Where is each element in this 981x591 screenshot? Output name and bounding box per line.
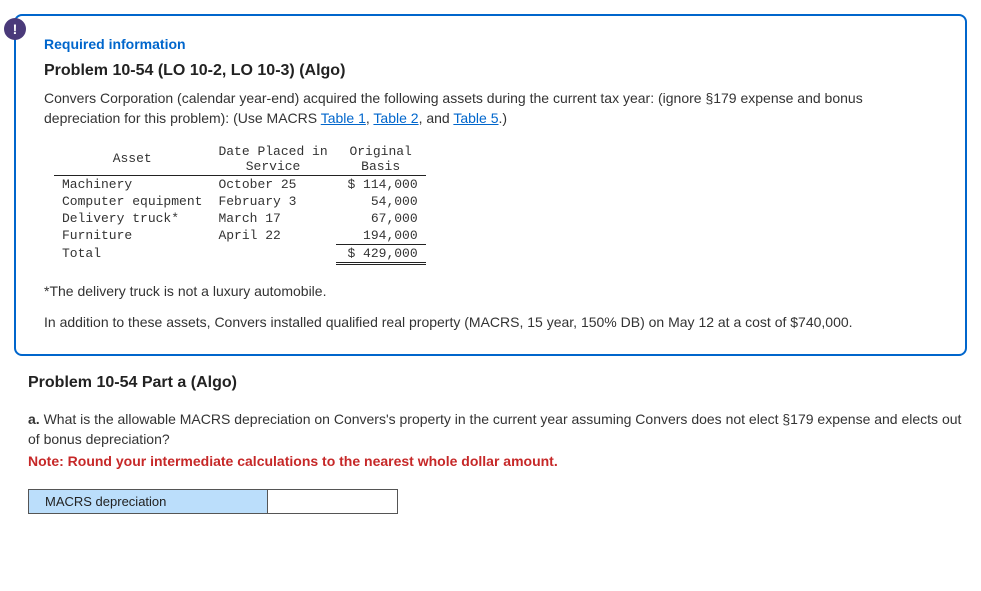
cell-asset: Computer equipment bbox=[54, 193, 210, 210]
header-asset: Asset bbox=[54, 143, 210, 176]
macrs-depreciation-input[interactable] bbox=[268, 489, 398, 514]
table-5-link[interactable]: Table 5 bbox=[453, 110, 498, 126]
cell-basis: $ 114,000 bbox=[336, 175, 426, 193]
table-row: Computer equipment February 3 54,000 bbox=[54, 193, 426, 210]
table-2-link[interactable]: Table 2 bbox=[373, 110, 418, 126]
cell-date: February 3 bbox=[210, 193, 335, 210]
cell-asset: Delivery truck* bbox=[54, 210, 210, 227]
table-header-row: Asset Date Placed in Service Original Ba… bbox=[54, 143, 426, 176]
alert-icon: ! bbox=[4, 18, 26, 40]
table-total-row: Total $ 429,000 bbox=[54, 244, 426, 263]
table-1-link[interactable]: Table 1 bbox=[321, 110, 366, 126]
problem-description: Convers Corporation (calendar year-end) … bbox=[44, 88, 937, 129]
desc-and: , and bbox=[419, 110, 454, 126]
header-date: Date Placed in Service bbox=[210, 143, 335, 176]
asset-table: Asset Date Placed in Service Original Ba… bbox=[54, 143, 426, 265]
required-info-heading: Required information bbox=[44, 36, 937, 52]
cell-asset: Furniture bbox=[54, 227, 210, 245]
question-prefix: a. bbox=[28, 411, 40, 427]
question-body: What is the allowable MACRS depreciation… bbox=[28, 411, 961, 447]
footnote: *The delivery truck is not a luxury auto… bbox=[44, 283, 937, 299]
cell-date: April 22 bbox=[210, 227, 335, 245]
cell-date: March 17 bbox=[210, 210, 335, 227]
question-text: a. What is the allowable MACRS depreciat… bbox=[28, 410, 967, 449]
problem-title: Problem 10-54 (LO 10-2, LO 10-3) (Algo) bbox=[44, 62, 937, 80]
table-row: Machinery October 25 $ 114,000 bbox=[54, 175, 426, 193]
answer-row: MACRS depreciation bbox=[28, 489, 981, 514]
table-row: Furniture April 22 194,000 bbox=[54, 227, 426, 245]
additional-info: In addition to these assets, Convers ins… bbox=[44, 313, 937, 333]
desc-end: .) bbox=[499, 110, 508, 126]
cell-basis: 194,000 bbox=[336, 227, 426, 245]
cell-date: October 25 bbox=[210, 175, 335, 193]
part-title: Problem 10-54 Part a (Algo) bbox=[28, 374, 967, 392]
answer-label: MACRS depreciation bbox=[28, 489, 268, 514]
table-row: Delivery truck* March 17 67,000 bbox=[54, 210, 426, 227]
cell-empty bbox=[210, 244, 335, 263]
cell-basis: 67,000 bbox=[336, 210, 426, 227]
required-info-box: Required information Problem 10-54 (LO 1… bbox=[14, 14, 967, 356]
header-basis: Original Basis bbox=[336, 143, 426, 176]
cell-total-value: $ 429,000 bbox=[336, 244, 426, 263]
rounding-note: Note: Round your intermediate calculatio… bbox=[28, 453, 967, 469]
cell-asset: Machinery bbox=[54, 175, 210, 193]
cell-total-label: Total bbox=[54, 244, 210, 263]
cell-basis: 54,000 bbox=[336, 193, 426, 210]
